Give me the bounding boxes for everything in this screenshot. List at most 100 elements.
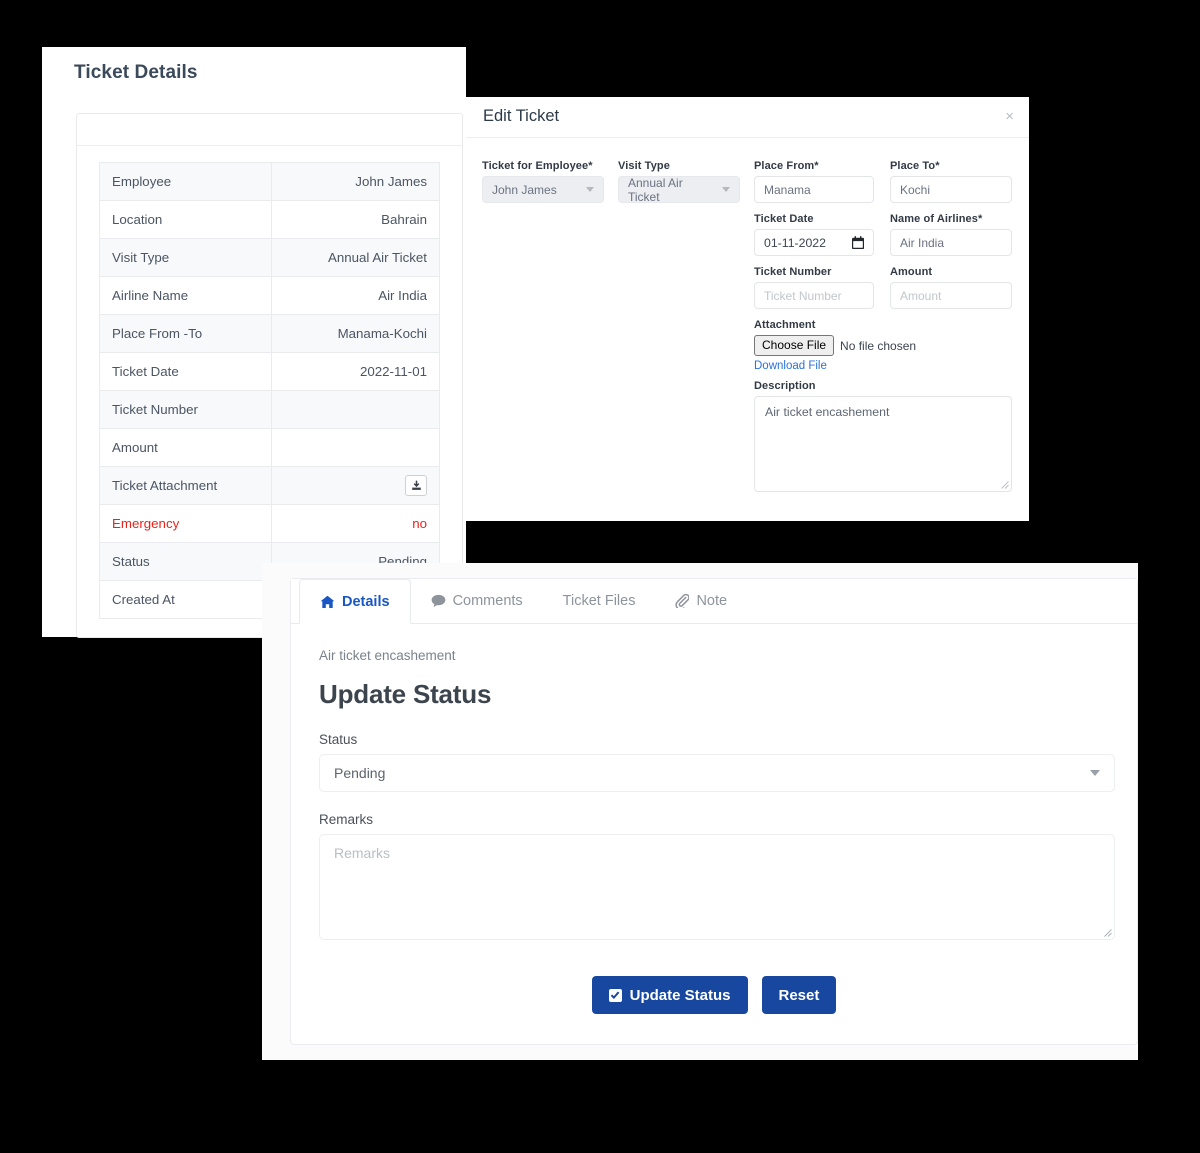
- chevron-down-icon: [586, 187, 594, 192]
- employee-label: Ticket for Employee*: [482, 160, 593, 172]
- download-icon[interactable]: [405, 475, 427, 496]
- ticket-tabs-card: Details Comments Ticket Files Note Air tick…: [290, 578, 1138, 1045]
- resize-handle-icon[interactable]: [1103, 928, 1112, 937]
- ticket-date-value: 01-11-2022: [764, 235, 826, 250]
- checkbox-checked-icon: [608, 988, 622, 1002]
- description-textarea[interactable]: Air ticket encashement: [754, 396, 1012, 492]
- table-row: Visit Type Annual Air Ticket: [99, 238, 440, 277]
- row-label: Location: [99, 200, 272, 239]
- row-value: Bahrain: [271, 200, 440, 239]
- amount-label: Amount: [890, 266, 933, 278]
- update-status-label: Update Status: [629, 986, 731, 1004]
- visit-type-select[interactable]: Annual Air Ticket: [618, 176, 740, 204]
- reset-button[interactable]: Reset: [761, 976, 837, 1014]
- row-label: Amount: [99, 428, 272, 467]
- tab-details[interactable]: Details: [299, 579, 411, 624]
- tab-comments[interactable]: Comments: [411, 579, 543, 623]
- description-value: Air ticket encashement: [765, 405, 890, 419]
- home-icon: [320, 595, 335, 609]
- remarks-placeholder: Remarks: [334, 845, 391, 861]
- remarks-label: Remarks: [319, 812, 374, 827]
- row-label: Airline Name: [99, 276, 272, 315]
- row-value: Manama-Kochi: [271, 314, 440, 353]
- row-value: [271, 390, 440, 429]
- download-file-link[interactable]: Download File: [754, 360, 1014, 372]
- field-attachment: Attachment Choose File No file chosen Do…: [754, 319, 1014, 372]
- tab-label: Comments: [452, 593, 523, 609]
- reset-label: Reset: [778, 986, 820, 1004]
- tab-label: Note: [696, 593, 728, 609]
- ticket-details-card: Ticket Details Employee John James Locatio…: [42, 47, 466, 638]
- tab-note[interactable]: Note: [655, 579, 747, 623]
- table-row: Ticket Attachment: [99, 466, 440, 505]
- field-airline: Name of Airlines* Air India: [890, 213, 1012, 256]
- table-row: Emergency no: [99, 504, 440, 543]
- table-row: Place From -To Manama-Kochi: [99, 314, 440, 353]
- remarks-textarea[interactable]: Remarks: [319, 834, 1115, 940]
- edit-ticket-modal-header: Edit Ticket ×: [466, 97, 1029, 138]
- field-place-to: Place To* Kochi: [890, 160, 1012, 203]
- row-label: Status: [99, 542, 272, 581]
- table-row: Airline Name Air India: [99, 276, 440, 315]
- row-value: John James: [271, 162, 440, 201]
- ticket-tabs-panel: Details Comments Ticket Files Note Air tick…: [262, 563, 1138, 1060]
- field-description: Description Air ticket encashement: [754, 380, 1012, 492]
- row-label: Visit Type: [99, 238, 272, 277]
- employee-value: John James: [492, 182, 557, 197]
- amount-input[interactable]: Amount: [890, 282, 1012, 309]
- airline-input[interactable]: Air India: [890, 229, 1012, 256]
- place-to-input[interactable]: Kochi: [890, 176, 1012, 203]
- comment-icon: [431, 594, 446, 608]
- table-row: Location Bahrain: [99, 200, 440, 239]
- field-ticket-date: Ticket Date 01-11-2022: [754, 213, 874, 256]
- resize-handle-icon[interactable]: [1000, 480, 1009, 489]
- field-visit-type: Visit Type Annual Air Ticket: [618, 160, 740, 204]
- paperclip-icon: [675, 594, 690, 608]
- status-label: Status: [319, 732, 358, 747]
- place-from-label: Place From*: [754, 160, 819, 172]
- place-from-input[interactable]: Manama: [754, 176, 874, 203]
- field-ticket-number: Ticket Number Ticket Number: [754, 266, 874, 309]
- tab-label: Details: [342, 593, 390, 610]
- tab-ticket-files[interactable]: Ticket Files: [543, 579, 656, 623]
- row-value: Air India: [271, 276, 440, 315]
- file-status-text: No file chosen: [840, 338, 917, 353]
- field-place-from: Place From* Manama: [754, 160, 874, 203]
- row-label: Ticket Number: [99, 390, 272, 429]
- row-label: Emergency: [99, 504, 272, 543]
- ticket-number-input[interactable]: Ticket Number: [754, 282, 874, 309]
- edit-ticket-form: Ticket for Employee* John James Visit Ty…: [466, 138, 1029, 521]
- ticket-date-input[interactable]: 01-11-2022: [754, 229, 874, 256]
- attachment-label: Attachment: [754, 319, 816, 331]
- choose-file-button[interactable]: Choose File: [754, 335, 835, 357]
- modal-title: Edit Ticket: [483, 107, 560, 125]
- row-value: [271, 428, 440, 467]
- table-row: Ticket Number: [99, 390, 440, 429]
- airline-label: Name of Airlines*: [890, 213, 983, 225]
- details-tab-content: Air ticket encashement Update Status Sta…: [291, 624, 1137, 1014]
- status-select[interactable]: Pending: [319, 754, 1115, 792]
- table-row: Ticket Date 2022-11-01: [99, 352, 440, 391]
- table-row: Employee John James: [99, 162, 440, 201]
- row-value: [271, 466, 440, 505]
- chevron-down-icon: [722, 187, 730, 192]
- ticket-details-table: Employee John James Location Bahrain Visit T…: [99, 162, 440, 619]
- close-icon[interactable]: ×: [1005, 109, 1014, 124]
- form-actions: Update Status Reset: [319, 976, 1109, 1014]
- field-employee: Ticket for Employee* John James: [482, 160, 604, 203]
- row-value: no: [271, 504, 440, 543]
- row-label: Created At: [99, 580, 272, 619]
- update-status-button[interactable]: Update Status: [591, 976, 748, 1014]
- place-to-label: Place To*: [890, 160, 940, 172]
- page-title: Ticket Details: [74, 62, 198, 83]
- tab-bar: Details Comments Ticket Files Note: [291, 579, 1137, 624]
- edit-ticket-modal: Edit Ticket × Ticket for Employee* John …: [466, 97, 1029, 521]
- employee-select[interactable]: John James: [482, 176, 604, 203]
- field-amount: Amount Amount: [890, 266, 1012, 309]
- table-row: Amount: [99, 428, 440, 467]
- tab-label: Ticket Files: [562, 593, 636, 609]
- ticket-date-label: Ticket Date: [754, 213, 814, 225]
- details-card-header: [77, 114, 462, 146]
- calendar-icon[interactable]: [852, 236, 864, 249]
- row-label: Employee: [99, 162, 272, 201]
